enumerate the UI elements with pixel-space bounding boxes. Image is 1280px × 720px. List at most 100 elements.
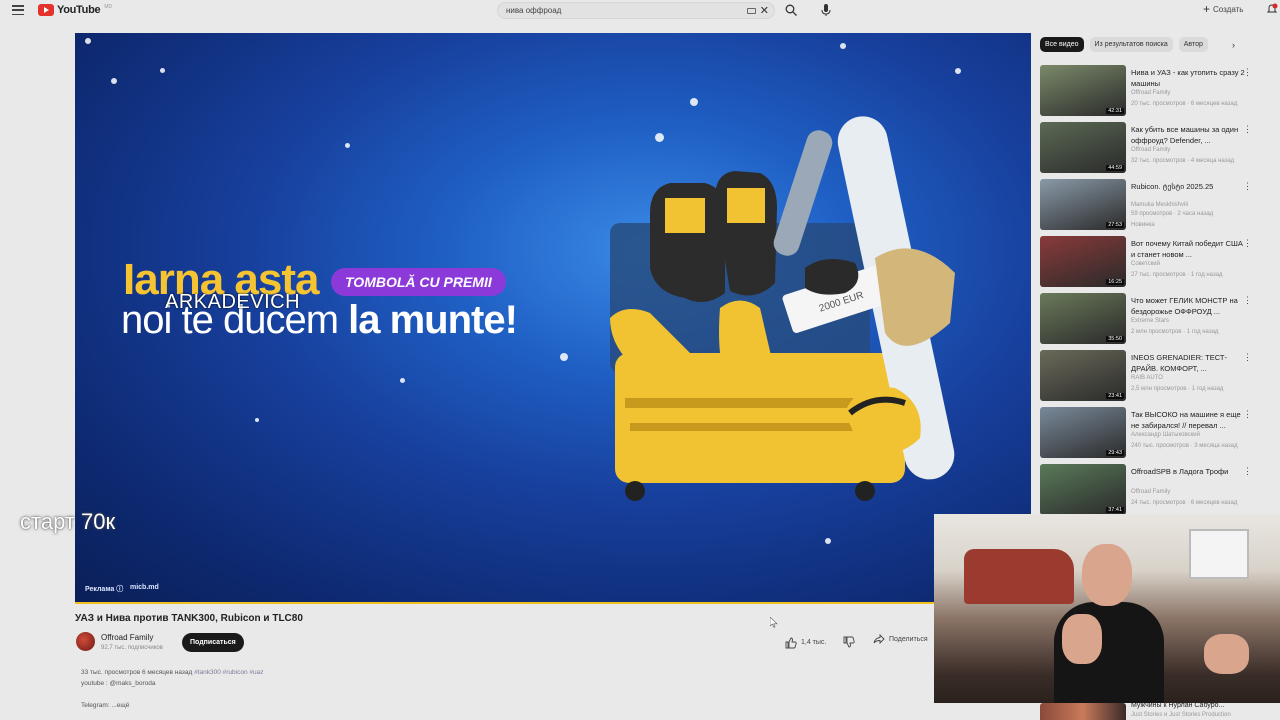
video-thumbnail[interactable]: 23:41	[1040, 350, 1126, 401]
description-more[interactable]: Telegram: ...ещё	[81, 702, 129, 709]
video-duration: 42:31	[1106, 108, 1124, 114]
rec-title[interactable]: Нива и УАЗ - как утопить сразу 2 машины	[1131, 67, 1246, 89]
list-item[interactable]: 35:50 Что может ГЕЛИК МОНСТР на бездорожь…	[1040, 293, 1270, 346]
webcam-overlay	[934, 514, 1280, 703]
snow-particle	[111, 78, 117, 84]
video-thumbnail[interactable]: 37:41	[1040, 464, 1126, 515]
search-icon[interactable]	[785, 4, 797, 16]
rec-title[interactable]: Что может ГЕЛИК МОНСТР на бездорожье ОФФ…	[1131, 295, 1246, 317]
ad-domain-link[interactable]: micb.md	[130, 584, 159, 591]
like-button[interactable]: 1,4 тыс.	[785, 634, 826, 651]
rec-channel[interactable]: Offroad Family	[1131, 147, 1170, 153]
chip-from-search[interactable]: Из результатов поиска	[1089, 37, 1173, 52]
create-button[interactable]: + Создать	[1203, 2, 1243, 16]
rec-title[interactable]: Мужчины к Нурлан Сабуро...	[1131, 702, 1224, 709]
room-window	[1189, 529, 1249, 579]
thumbs-down-icon[interactable]	[843, 636, 855, 648]
more-options-icon[interactable]: ⋮	[1243, 466, 1252, 477]
more-options-icon[interactable]: ⋮	[1243, 124, 1252, 135]
stream-goal-overlay: старт 70к	[20, 509, 116, 534]
rec-meta: 27 тыс. просмотров · 1 год назад	[1131, 272, 1223, 278]
microphone-icon[interactable]	[820, 3, 832, 17]
share-button[interactable]: Поделиться	[873, 634, 928, 644]
channel-name[interactable]: Offroad Family	[101, 633, 153, 642]
ad-label[interactable]: Реклама ⓘ	[85, 584, 123, 594]
rec-title[interactable]: Вот почему Китай победит США и станет но…	[1131, 238, 1246, 260]
video-player[interactable]: 2000 EUR Iarna asta TOMBOLĂ CU PREMII no…	[75, 33, 1031, 604]
video-thumbnail[interactable]: 29:43	[1040, 407, 1126, 458]
youtube-logo[interactable]: YouTube MD	[38, 4, 112, 16]
rec-channel[interactable]: Offroad Family	[1131, 90, 1170, 96]
video-duration: 27:53	[1106, 222, 1124, 228]
rec-title[interactable]: Так ВЫСОКО на машине я еще не забирался!…	[1131, 409, 1246, 431]
mouse-cursor-icon	[770, 617, 778, 628]
more-options-icon[interactable]: ⋮	[1243, 295, 1252, 306]
chevron-right-icon[interactable]: ›	[1232, 40, 1235, 50]
video-thumbnail[interactable]: 27:53	[1040, 179, 1126, 230]
list-item[interactable]: 27:53 Rubicon. ტესტი 2025.25 Mamuka Meskhi…	[1040, 179, 1270, 232]
youtube-play-icon	[38, 4, 54, 16]
list-item[interactable]: Мужчины к Нурлан Сабуро... Just Stories …	[1040, 702, 1280, 720]
rec-channel[interactable]: Mamuka Meskhishvili	[1131, 202, 1188, 208]
list-item[interactable]: 16:25 Вот почему Китай победит США и стан…	[1040, 236, 1270, 289]
more-options-icon[interactable]: ⋮	[1243, 238, 1252, 249]
snow-particle	[345, 143, 350, 148]
video-title: УАЗ и Нива против TANK300, Rubicon и TLC…	[75, 613, 303, 624]
rec-channel[interactable]: Offroad Family	[1131, 489, 1170, 495]
logo-text: YouTube	[57, 4, 101, 16]
rec-title[interactable]: OffroadSPB в Ладога Трофи	[1131, 466, 1246, 477]
rec-meta: 24 тыс. просмотров · 6 месяцев назад	[1131, 500, 1238, 506]
clear-search-icon[interactable]: ✕	[760, 4, 769, 17]
channel-avatar[interactable]	[76, 632, 95, 651]
list-item[interactable]: 23:41 INEOS GRENADIER: ТЕСТ-ДРАЙВ. КОМФОР…	[1040, 350, 1270, 403]
share-label: Поделиться	[889, 635, 928, 643]
rec-meta: 2,5 млн просмотров · 1 год назад	[1131, 386, 1224, 392]
list-item[interactable]: 37:41 OffroadSPB в Ладога Трофи Offroad Fa…	[1040, 464, 1270, 517]
subscriber-count: 92,7 тыс. подписчиков	[101, 645, 163, 651]
rec-channel[interactable]: RAIB AUTO	[1131, 375, 1163, 381]
top-bar: YouTube MD ✕ + Создать	[0, 0, 1280, 22]
description-link[interactable]: youtube : @maks_boroda	[81, 680, 156, 687]
video-thumbnail[interactable]: 35:50	[1040, 293, 1126, 344]
snow-particle	[160, 68, 165, 73]
share-arrow-icon	[873, 634, 885, 644]
video-thumbnail[interactable]: 42:31	[1040, 65, 1126, 116]
rec-channel[interactable]: Extreme Stars	[1131, 318, 1169, 324]
notifications-bell-icon[interactable]	[1266, 3, 1278, 15]
more-options-icon[interactable]: ⋮	[1243, 67, 1252, 78]
rec-meta: 20 тыс. просмотров · 6 месяцев назад	[1131, 101, 1238, 107]
more-options-icon[interactable]: ⋮	[1243, 181, 1252, 192]
rec-channel[interactable]: Александр Шатыковский	[1131, 432, 1200, 438]
rec-title[interactable]: Как убить все машины за один оффроуд? De…	[1131, 124, 1246, 146]
video-duration: 16:25	[1106, 279, 1124, 285]
search-input[interactable]	[506, 6, 736, 15]
chip-all-videos[interactable]: Все видео	[1040, 37, 1084, 52]
list-item[interactable]: 29:43 Так ВЫСОКО на машине я еще не забир…	[1040, 407, 1270, 460]
video-duration: 23:41	[1106, 393, 1124, 399]
chip-author[interactable]: Автор	[1178, 37, 1208, 52]
filter-chips: Все видео Из результатов поиска Автор	[1040, 37, 1208, 52]
more-options-icon[interactable]: ⋮	[1243, 409, 1252, 420]
more-options-icon[interactable]: ⋮	[1243, 352, 1252, 363]
menu-icon[interactable]	[12, 5, 24, 15]
snow-particle	[955, 68, 961, 74]
keyboard-icon[interactable]	[747, 8, 756, 14]
search-box: ✕	[497, 2, 775, 19]
ad-line2-bold: la munte!	[348, 298, 518, 342]
video-hashtags[interactable]: #tank300 #rubicon #uaz	[194, 669, 263, 676]
video-duration: 37:41	[1106, 507, 1124, 513]
video-thumbnail[interactable]: 16:25	[1040, 236, 1126, 287]
video-thumbnail[interactable]	[1040, 703, 1126, 720]
snow-particle	[255, 418, 259, 422]
list-item[interactable]: 44:59 Как убить все машины за один оффроу…	[1040, 122, 1270, 175]
list-item[interactable]: 42:31 Нива и УАЗ - как утопить сразу 2 ма…	[1040, 65, 1270, 118]
ad-promo-pill: TOMBOLĂ CU PREMII	[331, 268, 506, 296]
streamer-head	[1082, 544, 1132, 606]
ad-progress-bar[interactable]	[75, 602, 1031, 604]
rec-title[interactable]: Rubicon. ტესტი 2025.25	[1131, 181, 1246, 192]
plus-icon: +	[1203, 2, 1211, 16]
rec-channel[interactable]: Советский	[1131, 261, 1160, 267]
video-thumbnail[interactable]: 44:59	[1040, 122, 1126, 173]
rec-title[interactable]: INEOS GRENADIER: ТЕСТ-ДРАЙВ. КОМФОРТ, ..…	[1131, 352, 1246, 374]
subscribe-button[interactable]: Подписаться	[182, 633, 244, 652]
